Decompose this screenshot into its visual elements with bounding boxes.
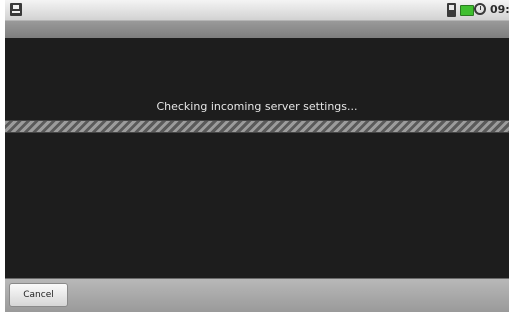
progress-dialog: Checking incoming server settings... [5, 38, 509, 278]
status-message: Checking incoming server settings... [156, 100, 358, 113]
phone-icon [447, 3, 456, 17]
status-bar: 09:5 [5, 0, 509, 21]
status-time: 09:5 [490, 3, 509, 16]
indeterminate-progress-bar [5, 120, 509, 133]
battery-icon [460, 5, 474, 16]
sd-card-icon [10, 3, 22, 16]
button-bar: Cancel [5, 278, 509, 312]
title-bar [5, 21, 509, 38]
cancel-button[interactable]: Cancel [9, 283, 68, 307]
alarm-icon [474, 3, 486, 15]
